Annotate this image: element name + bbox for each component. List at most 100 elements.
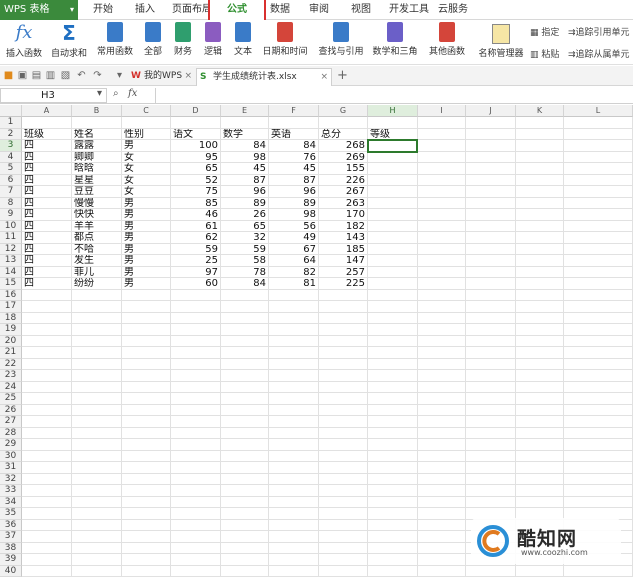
new-tab-icon[interactable]: + — [337, 69, 348, 82]
table-cell[interactable] — [368, 209, 418, 221]
table-cell[interactable] — [221, 496, 269, 508]
table-cell[interactable] — [171, 473, 221, 485]
table-cell[interactable] — [171, 393, 221, 405]
table-cell[interactable]: 四 — [22, 209, 72, 221]
table-cell[interactable]: 男 — [122, 140, 171, 152]
table-cell[interactable]: 男 — [122, 278, 171, 290]
table-cell[interactable]: 四 — [22, 278, 72, 290]
table-cell[interactable] — [466, 255, 516, 267]
table-cell[interactable]: 四 — [22, 151, 72, 163]
undo-icon[interactable]: ↶ — [76, 70, 87, 81]
table-cell[interactable] — [564, 473, 633, 485]
table-cell[interactable] — [269, 358, 319, 370]
table-cell[interactable]: 男 — [122, 220, 171, 232]
table-cell[interactable] — [564, 209, 633, 221]
table-cell[interactable] — [368, 404, 418, 416]
table-cell[interactable] — [319, 542, 368, 554]
table-cell[interactable] — [22, 335, 72, 347]
table-cell[interactable] — [171, 450, 221, 462]
table-cell[interactable] — [171, 462, 221, 474]
table-cell[interactable]: 263 — [319, 197, 368, 209]
table-cell[interactable] — [22, 508, 72, 520]
table-cell[interactable]: 170 — [319, 209, 368, 221]
table-cell[interactable] — [564, 381, 633, 393]
table-cell[interactable]: 26 — [221, 209, 269, 221]
table-cell[interactable] — [466, 312, 516, 324]
table-cell[interactable] — [564, 174, 633, 186]
table-cell[interactable]: 女 — [122, 163, 171, 175]
close-icon[interactable]: × — [320, 69, 328, 86]
table-cell[interactable] — [564, 496, 633, 508]
table-cell[interactable] — [122, 473, 171, 485]
table-cell[interactable] — [368, 381, 418, 393]
table-cell[interactable] — [564, 485, 633, 497]
row-header[interactable]: 27 — [0, 416, 22, 428]
table-cell[interactable] — [564, 163, 633, 175]
table-cell[interactable]: 豆豆 — [72, 186, 122, 198]
column-header-b[interactable]: B — [72, 105, 122, 117]
table-cell[interactable] — [516, 439, 564, 451]
table-cell[interactable] — [72, 439, 122, 451]
table-cell[interactable] — [418, 151, 466, 163]
table-cell[interactable] — [564, 312, 633, 324]
table-cell[interactable]: 96 — [269, 186, 319, 198]
table-cell[interactable] — [221, 301, 269, 313]
table-cell[interactable]: 95 — [171, 151, 221, 163]
table-cell[interactable]: 185 — [319, 243, 368, 255]
table-cell[interactable] — [319, 462, 368, 474]
table-cell[interactable] — [516, 163, 564, 175]
table-cell[interactable] — [171, 312, 221, 324]
table-cell[interactable]: 不哈 — [72, 243, 122, 255]
name-manager-button[interactable]: 名称管理器 — [478, 22, 524, 59]
table-cell[interactable] — [221, 439, 269, 451]
table-cell[interactable] — [418, 232, 466, 244]
table-cell[interactable] — [22, 393, 72, 405]
table-cell[interactable] — [516, 151, 564, 163]
table-cell[interactable]: 露露 — [72, 140, 122, 152]
table-cell[interactable] — [269, 324, 319, 336]
table-cell[interactable] — [466, 174, 516, 186]
table-cell[interactable] — [516, 485, 564, 497]
table-cell[interactable] — [466, 462, 516, 474]
table-cell[interactable]: 英语 — [269, 128, 319, 140]
table-cell[interactable]: 四 — [22, 163, 72, 175]
table-cell[interactable] — [516, 324, 564, 336]
table-cell[interactable]: 84 — [269, 140, 319, 152]
table-cell[interactable] — [418, 404, 466, 416]
table-cell[interactable]: 58 — [221, 255, 269, 267]
table-cell[interactable] — [22, 485, 72, 497]
row-header[interactable]: 26 — [0, 404, 22, 416]
table-cell[interactable] — [171, 531, 221, 543]
row-header[interactable]: 35 — [0, 508, 22, 520]
column-header-f[interactable]: F — [269, 105, 319, 117]
table-cell[interactable] — [72, 347, 122, 359]
table-cell[interactable]: 65 — [171, 163, 221, 175]
table-cell[interactable] — [171, 496, 221, 508]
table-cell[interactable] — [122, 347, 171, 359]
table-cell[interactable] — [564, 255, 633, 267]
table-cell[interactable] — [418, 416, 466, 428]
row-header[interactable]: 24 — [0, 381, 22, 393]
table-cell[interactable] — [466, 232, 516, 244]
tab-data[interactable]: 数据 — [270, 0, 290, 20]
row-header[interactable]: 40 — [0, 565, 22, 577]
tab-my-wps[interactable]: W 我的WPS × — [128, 68, 194, 86]
table-cell[interactable] — [122, 565, 171, 577]
autosum-button[interactable]: Σ 自动求和 — [50, 22, 88, 59]
table-cell[interactable]: 卿卿 — [72, 151, 122, 163]
print-icon[interactable]: ▥ — [45, 70, 56, 81]
table-cell[interactable] — [22, 450, 72, 462]
table-cell[interactable] — [418, 370, 466, 382]
table-cell[interactable] — [22, 554, 72, 566]
table-cell[interactable] — [72, 312, 122, 324]
table-cell[interactable] — [221, 117, 269, 129]
table-cell[interactable] — [221, 335, 269, 347]
table-cell[interactable] — [122, 450, 171, 462]
table-cell[interactable] — [122, 117, 171, 129]
table-cell[interactable] — [516, 232, 564, 244]
table-cell[interactable] — [122, 358, 171, 370]
paste-button[interactable]: ▥ 粘贴 — [530, 47, 559, 60]
table-cell[interactable] — [564, 393, 633, 405]
table-cell[interactable] — [418, 117, 466, 129]
math-button[interactable]: 数学和三角 — [372, 22, 418, 57]
